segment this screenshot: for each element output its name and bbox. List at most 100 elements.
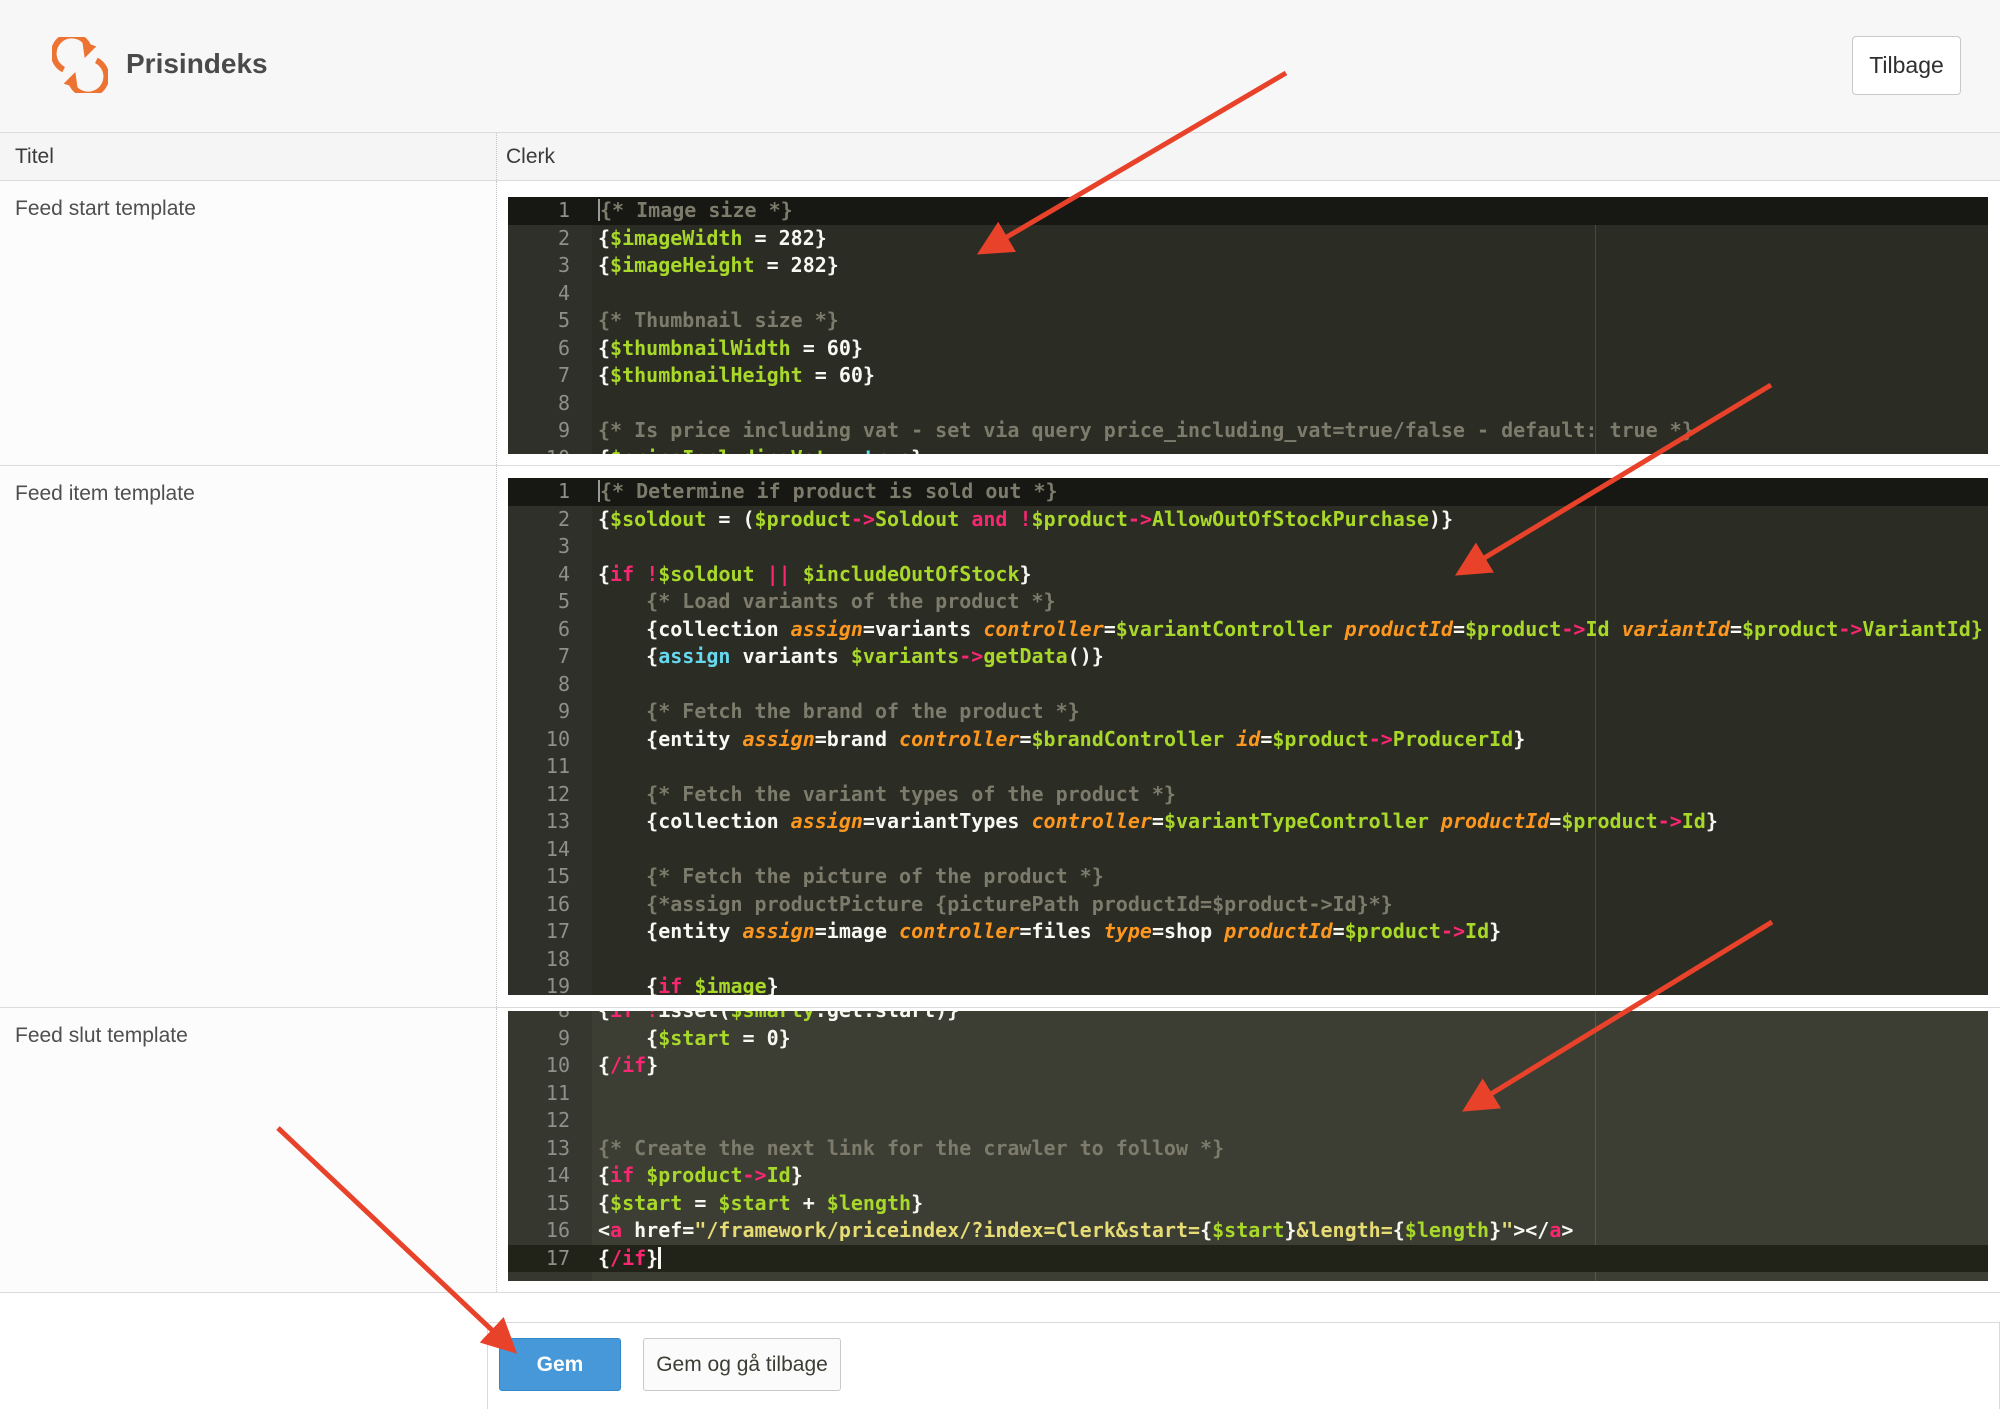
code-line: 7 {assign variants $variants->getData()} [508, 643, 1988, 671]
line-number: 17 [545, 919, 570, 943]
code-line: 17 {/if} [508, 1244, 1988, 1272]
line-number: 16 [545, 1218, 570, 1242]
line-number: 10 [508, 445, 592, 455]
code-line: 14 [508, 836, 1988, 864]
line-number: 5 [557, 589, 570, 613]
code-line: 9 {* Is price including vat - set via que… [508, 417, 1988, 445]
row-label-feed-start: Feed start template [0, 181, 497, 465]
line-number: 2 [557, 506, 570, 531]
line-number: 8 [557, 671, 570, 696]
line-number: 15 [545, 1190, 570, 1215]
line-number: 6 [557, 335, 570, 360]
line-number: 19 [545, 974, 570, 995]
line-number: 18 [545, 946, 570, 971]
code-line: 1 {* Determine if product is sold out *} [508, 478, 1988, 506]
line-number: 8 [508, 1011, 592, 1025]
table-row: Feed item template 1 {* Determine if prod… [0, 466, 2000, 1008]
code-line: 6 {collection assign=variants controller… [508, 616, 1988, 644]
code-line: 13 {* Create the next link for the crawle… [508, 1135, 1988, 1163]
code-line: 3 {$imageHeight = 282} [508, 252, 1988, 280]
code-line: 3 [508, 533, 1988, 561]
code-line: 11 [508, 753, 1988, 781]
feed-start-template-editor[interactable]: 1 {* Image size *} 2 {$imageWidth = 282} 3 {$… [508, 197, 1988, 454]
line-number: 3 [557, 534, 570, 558]
line-number: 1 [557, 479, 570, 503]
code-line: 10{$priceIncludingVat = true} [508, 445, 1988, 455]
table-header-row: Titel Clerk [0, 133, 2000, 181]
row-value-cell: 1 {* Image size *} 2 {$imageWidth = 282} 3 {$… [497, 181, 2000, 465]
line-number: 6 [557, 616, 570, 641]
code-line: 13 {collection assign=variantTypes contr… [508, 808, 1988, 836]
line-number: 16 [545, 891, 570, 916]
line-number: 4 [557, 561, 570, 586]
line-number: 13 [545, 809, 570, 833]
code-line: 9 {$start = 0} [508, 1025, 1988, 1053]
code-line: 16 {*assign productPicture {picturePath … [508, 891, 1988, 919]
line-number: 7 [557, 644, 570, 668]
footer-actions: Gem Gem og gå tilbage [487, 1322, 2000, 1409]
code-line: 19 {if $image} [508, 973, 1988, 995]
line-number: 9 [557, 699, 570, 723]
code-line: 5 {* Thumbnail size *} [508, 307, 1988, 335]
row-label-feed-slut: Feed slut template [0, 1008, 497, 1292]
line-number: 11 [545, 1080, 570, 1105]
code-line: 15 {* Fetch the picture of the product *… [508, 863, 1988, 891]
line-number: 5 [557, 308, 570, 332]
code-line: 15 {$start = $start + $length} [508, 1190, 1988, 1218]
code-line: 17 {entity assign=image controller=files… [508, 918, 1988, 946]
feed-item-template-editor[interactable]: 1 {* Determine if product is sold out *} 2… [508, 478, 1988, 995]
code-line: 10 {/if} [508, 1052, 1988, 1080]
column-header-clerk: Clerk [506, 144, 556, 168]
code-line: 12 {* Fetch the variant types of the pro… [508, 781, 1988, 809]
line-number: 11 [545, 754, 570, 778]
code-line: 2 {$imageWidth = 282} [508, 225, 1988, 253]
code-line: 11 [508, 1080, 1988, 1108]
code-line: 4 [508, 280, 1988, 308]
top-bar: Prisindeks Tilbage [0, 0, 2000, 133]
code-line: 14 {if $product->Id} [508, 1162, 1988, 1190]
line-number: 7 [557, 363, 570, 387]
line-number: 10 [545, 726, 570, 751]
text-cursor [658, 1246, 662, 1269]
line-number: 1 [557, 198, 570, 222]
code-line: 12 [508, 1107, 1988, 1135]
code-line: 1 {* Image size *} [508, 197, 1988, 225]
code-line: 6 {$thumbnailWidth = 60} [508, 335, 1988, 363]
back-button[interactable]: Tilbage [1852, 36, 1961, 95]
code-line: 8{if !isset($smarty.get.start)} [508, 1011, 1988, 1025]
column-header-titel: Titel [0, 133, 497, 180]
row-label-feed-item: Feed item template [0, 466, 497, 1007]
row-value-cell: 1 {* Determine if product is sold out *} 2… [497, 466, 2000, 1007]
feed-slut-template-editor[interactable]: 8{if !isset($smarty.get.start)}9 {$start… [508, 1011, 1988, 1281]
prisindeks-page: Prisindeks Tilbage Titel Clerk Feed star… [0, 0, 2000, 1409]
line-number: 13 [545, 1135, 570, 1160]
row-value-cell: 8{if !isset($smarty.get.start)}9 {$start… [497, 1008, 2000, 1292]
code-line: 5 {* Load variants of the product *} [508, 588, 1988, 616]
line-number: 12 [545, 1108, 570, 1132]
code-line: 8 [508, 671, 1988, 699]
line-number: 9 [557, 1025, 570, 1050]
page-title: Prisindeks [126, 48, 268, 79]
line-number: 12 [545, 781, 570, 806]
code-line: 16 <a href="/framework/priceindex/?index=… [508, 1217, 1988, 1245]
save-button[interactable]: Gem [499, 1338, 621, 1391]
table-row: Feed start template 1 {* Image size *} 2 {$… [0, 181, 2000, 466]
table-row: Feed slut template 8{if !isset($smarty.g… [0, 1008, 2000, 1293]
code-line: 18 [508, 946, 1988, 974]
code-line: 9 {* Fetch the brand of the product *} [508, 698, 1988, 726]
refresh-icon [52, 37, 108, 93]
line-number: 2 [557, 225, 570, 250]
code-line: 4 {if !$soldout || $includeOutOfStock} [508, 561, 1988, 589]
code-line: 8 [508, 390, 1988, 418]
line-number: 3 [557, 253, 570, 277]
line-number: 17 [545, 1245, 570, 1270]
line-number: 10 [545, 1053, 570, 1077]
footer-area: Gem Gem og gå tilbage [0, 1322, 2000, 1409]
line-number: 15 [545, 864, 570, 888]
code-line: 7 {$thumbnailHeight = 60} [508, 362, 1988, 390]
line-number: 8 [557, 390, 570, 415]
code-line: 10 {entity assign=brand controller=$bran… [508, 726, 1988, 754]
save-and-go-back-button[interactable]: Gem og gå tilbage [643, 1338, 841, 1391]
line-number: 4 [557, 280, 570, 305]
line-number: 14 [545, 836, 570, 861]
